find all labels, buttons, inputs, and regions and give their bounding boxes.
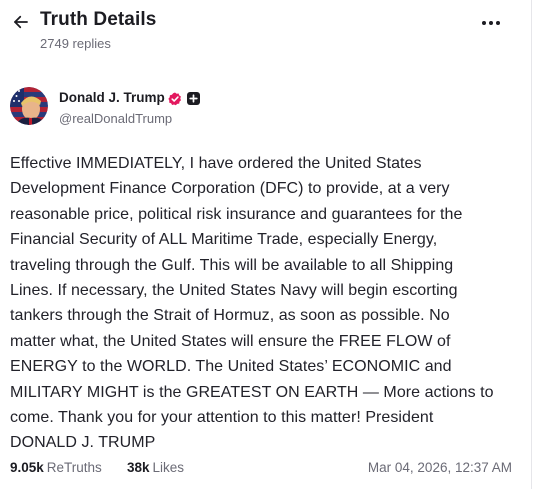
arrow-left-icon	[14, 15, 28, 29]
retruths-label: ReTruths	[46, 460, 102, 475]
post-line: tankers through the Strait of Hormuz, as…	[10, 307, 450, 325]
post-line: come. Thank you for your attention to th…	[10, 409, 434, 427]
replies-count: 2749 replies	[40, 36, 111, 51]
post-line: Lines. If necessary, the United States N…	[10, 282, 458, 300]
post-author: Donald J. Trump @realDonaldTrump	[10, 86, 470, 130]
post-line: ENERGY to the WORLD. The United States’ …	[10, 358, 452, 376]
back-button[interactable]	[10, 11, 32, 33]
post-line: Effective IMMEDIATELY, I have ordered th…	[10, 155, 422, 172]
post-line: Financial Security of ALL Maritime Trade…	[10, 231, 438, 249]
post-timestamp: Mar 04, 2026, 12:37 AM	[367, 460, 512, 475]
likes-label: Likes	[152, 460, 185, 475]
page-title: Truth Details	[40, 9, 157, 30]
post-line: reasonable price, political risk insuran…	[10, 205, 463, 223]
header: Truth Details 2749 replies	[0, 0, 533, 62]
more-horizontal-icon	[482, 21, 500, 25]
likes-count: 38k	[127, 460, 150, 475]
likes-stat[interactable]: 38k Likes	[127, 460, 184, 475]
retruths-count: 9.05k	[10, 460, 44, 475]
avatar[interactable]	[10, 87, 48, 125]
more-options-button[interactable]	[478, 12, 504, 34]
plus-badge-icon	[187, 92, 200, 105]
post-line: Development Finance Corporation (DFC) to…	[10, 180, 450, 198]
post-line: DONALD J. TRUMP	[10, 434, 156, 452]
post-line: MILITARY MIGHT is the GREATEST ON EARTH …	[10, 383, 494, 401]
retruths-stat[interactable]: 9.05k ReTruths	[10, 460, 102, 475]
verified-badge-icon	[168, 92, 182, 106]
author-name[interactable]: Donald J. Trump	[59, 90, 165, 105]
post-line: matter what, the United States will ensu…	[10, 332, 451, 350]
author-handle[interactable]: @realDonaldTrump	[59, 111, 172, 126]
post-line: traveling through the Gulf. This will be…	[10, 256, 454, 274]
post-stats: 9.05k ReTruths 38k Likes Mar 04, 2026, 12:…	[10, 460, 520, 480]
post-text: Effective IMMEDIATELY, I have ordered th…	[10, 151, 515, 456]
